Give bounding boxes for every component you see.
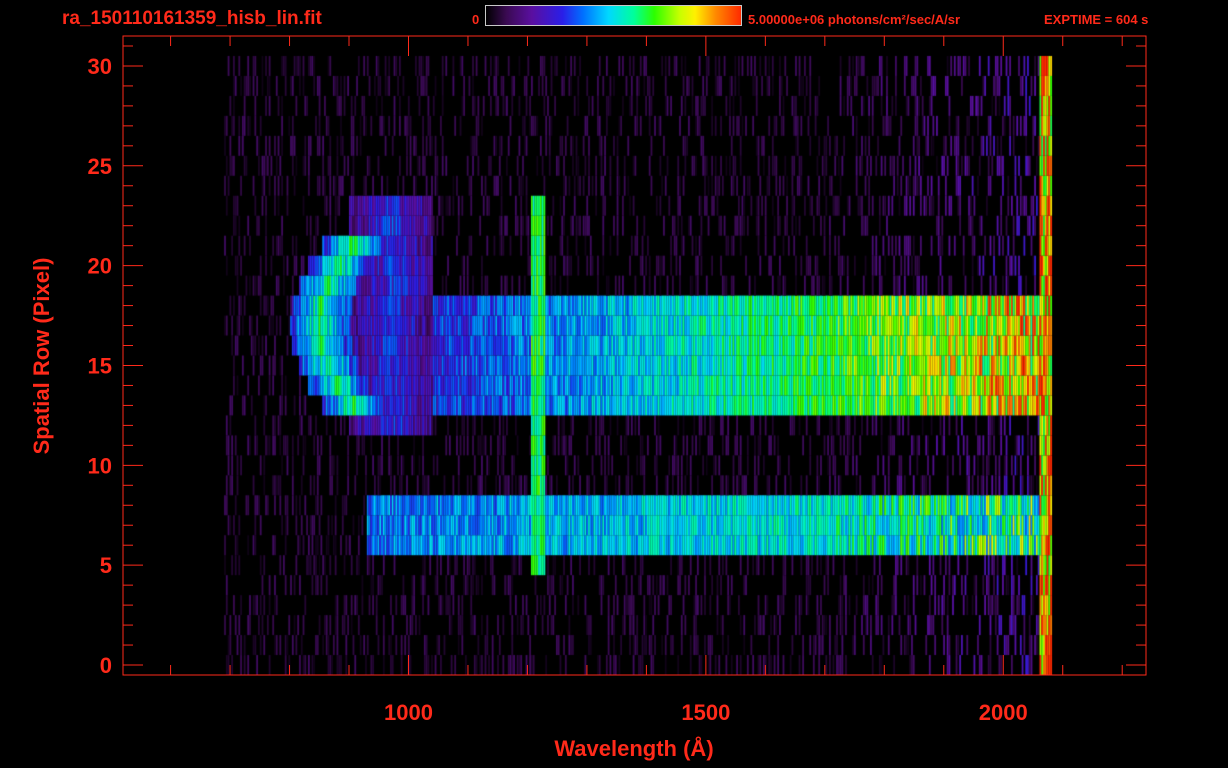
plot-frame bbox=[122, 35, 1147, 676]
y-tick-label: 10 bbox=[88, 453, 112, 478]
y-tick-label: 0 bbox=[100, 653, 112, 678]
x-axis-label: Wavelength (Å) bbox=[554, 736, 714, 761]
y-tick-label: 30 bbox=[88, 54, 112, 79]
y-axis-label: Spatial Row (Pixel) bbox=[29, 257, 54, 455]
y-tick-label: 20 bbox=[88, 254, 112, 279]
x-tick-label: 2000 bbox=[979, 700, 1028, 725]
axes-layer: 1000 1500 2000 0 5 10 15 20 25 30 bbox=[88, 35, 1147, 725]
y-tick-label: 25 bbox=[88, 154, 112, 179]
x-tick-label: 1000 bbox=[384, 700, 433, 725]
y-tick-label: 5 bbox=[100, 553, 112, 578]
x-tick-label: 1500 bbox=[681, 700, 730, 725]
y-tick-label: 15 bbox=[88, 353, 112, 378]
